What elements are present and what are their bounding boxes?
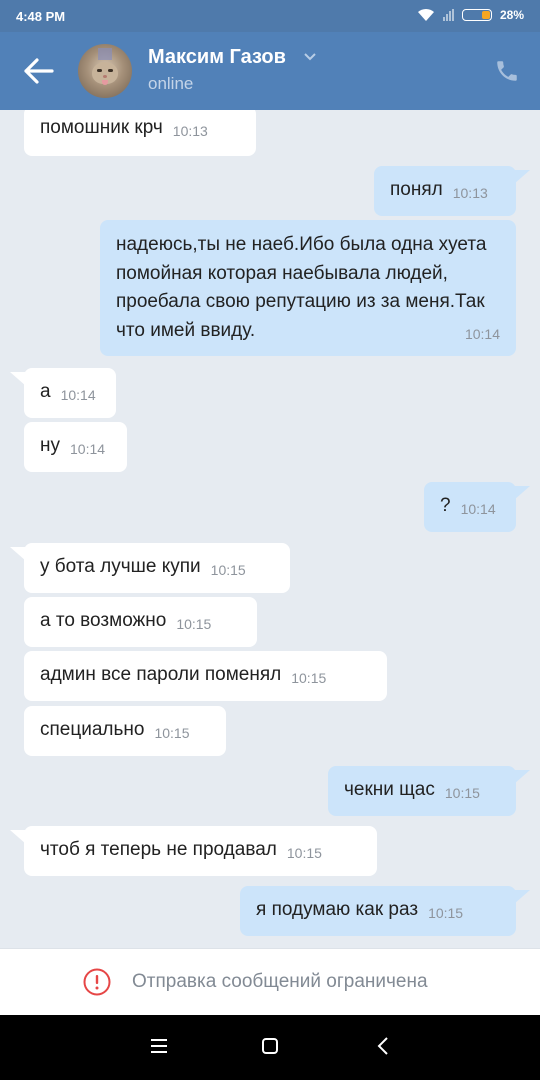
- battery-icon: [461, 9, 492, 21]
- message-text: надеюсь,ты не наеб.Ибо была одна хуета п…: [116, 234, 487, 341]
- message-outgoing[interactable]: чекни щас 10:15: [328, 766, 516, 816]
- message-text: специально: [40, 719, 145, 740]
- message-incoming[interactable]: а 10:14: [24, 368, 116, 418]
- message-time: 10:15: [291, 670, 327, 686]
- message-time: 10:15: [286, 845, 322, 861]
- message-outgoing[interactable]: понял 10:13: [374, 166, 516, 216]
- message-time: 10:15: [428, 905, 464, 921]
- restriction-text: Отправка сообщений ограничена: [132, 971, 428, 992]
- message-outgoing[interactable]: я подумаю как раз 10:15: [240, 886, 516, 936]
- contact-name[interactable]: Максим Газов: [148, 46, 286, 69]
- message-text: админ все пароли поменял: [40, 664, 282, 685]
- wifi-icon: [417, 8, 434, 21]
- chevron-down-icon[interactable]: [303, 52, 317, 62]
- home-icon[interactable]: [261, 1037, 279, 1055]
- message-text: я подумаю как раз: [256, 899, 419, 920]
- message-time: 10:14: [460, 501, 496, 517]
- restriction-bar: Отправка сообщений ограничена: [0, 948, 540, 1015]
- message-time: 10:15: [176, 616, 212, 632]
- status-icons: 28%: [417, 8, 524, 22]
- message-incoming[interactable]: у бота лучше купи 10:15: [24, 543, 290, 593]
- message-incoming[interactable]: а то возможно 10:15: [24, 597, 257, 647]
- message-outgoing[interactable]: ? 10:14: [424, 482, 516, 532]
- message-time: 10:13: [172, 123, 208, 139]
- chat-header: Максим Газов online: [0, 32, 540, 110]
- contact-status: online: [148, 74, 194, 93]
- system-nav-bar: [0, 1015, 540, 1080]
- menu-icon[interactable]: [150, 1037, 168, 1055]
- message-time: 10:15: [444, 785, 480, 801]
- message-text: а: [40, 381, 51, 402]
- message-text: ?: [440, 495, 451, 516]
- message-outgoing[interactable]: надеюсь,ты не наеб.Ибо была одна хуета п…: [100, 220, 516, 356]
- signal-icon: [442, 9, 454, 21]
- message-text: чтоб я теперь не продавал: [40, 839, 277, 860]
- message-text: понял: [390, 179, 443, 200]
- phone-icon[interactable]: [494, 58, 520, 84]
- message-incoming[interactable]: помошник крч 10:13: [24, 110, 256, 156]
- message-time: 10:15: [154, 725, 190, 741]
- message-incoming[interactable]: ну 10:14: [24, 422, 127, 472]
- back-arrow-icon[interactable]: [22, 56, 56, 86]
- status-time: 4:48 PM: [16, 9, 66, 24]
- message-time: 10:14: [70, 441, 106, 457]
- message-time: 10:13: [452, 185, 488, 201]
- status-bar: 4:48 PM 28%: [0, 0, 540, 32]
- message-text: у бота лучше купи: [40, 556, 201, 577]
- back-icon[interactable]: [375, 1037, 393, 1055]
- message-text: помошник крч: [40, 117, 163, 138]
- message-incoming[interactable]: специально 10:15: [24, 706, 226, 756]
- avatar[interactable]: [78, 44, 132, 98]
- message-text: а то возможно: [40, 610, 167, 631]
- message-list[interactable]: помошник крч 10:13 понял 10:13 надеюсь,ты …: [0, 110, 540, 948]
- warning-circle-icon: [83, 968, 111, 996]
- message-text: чекни щас: [344, 779, 435, 800]
- message-time: 10:15: [210, 562, 246, 578]
- message-time: 10:14: [464, 325, 500, 342]
- message-incoming[interactable]: чтоб я теперь не продавал 10:15: [24, 826, 377, 876]
- battery-percent: 28%: [499, 8, 524, 22]
- message-time: 10:14: [60, 387, 96, 403]
- message-incoming[interactable]: админ все пароли поменял 10:15: [24, 651, 387, 701]
- message-text: ну: [40, 435, 60, 456]
